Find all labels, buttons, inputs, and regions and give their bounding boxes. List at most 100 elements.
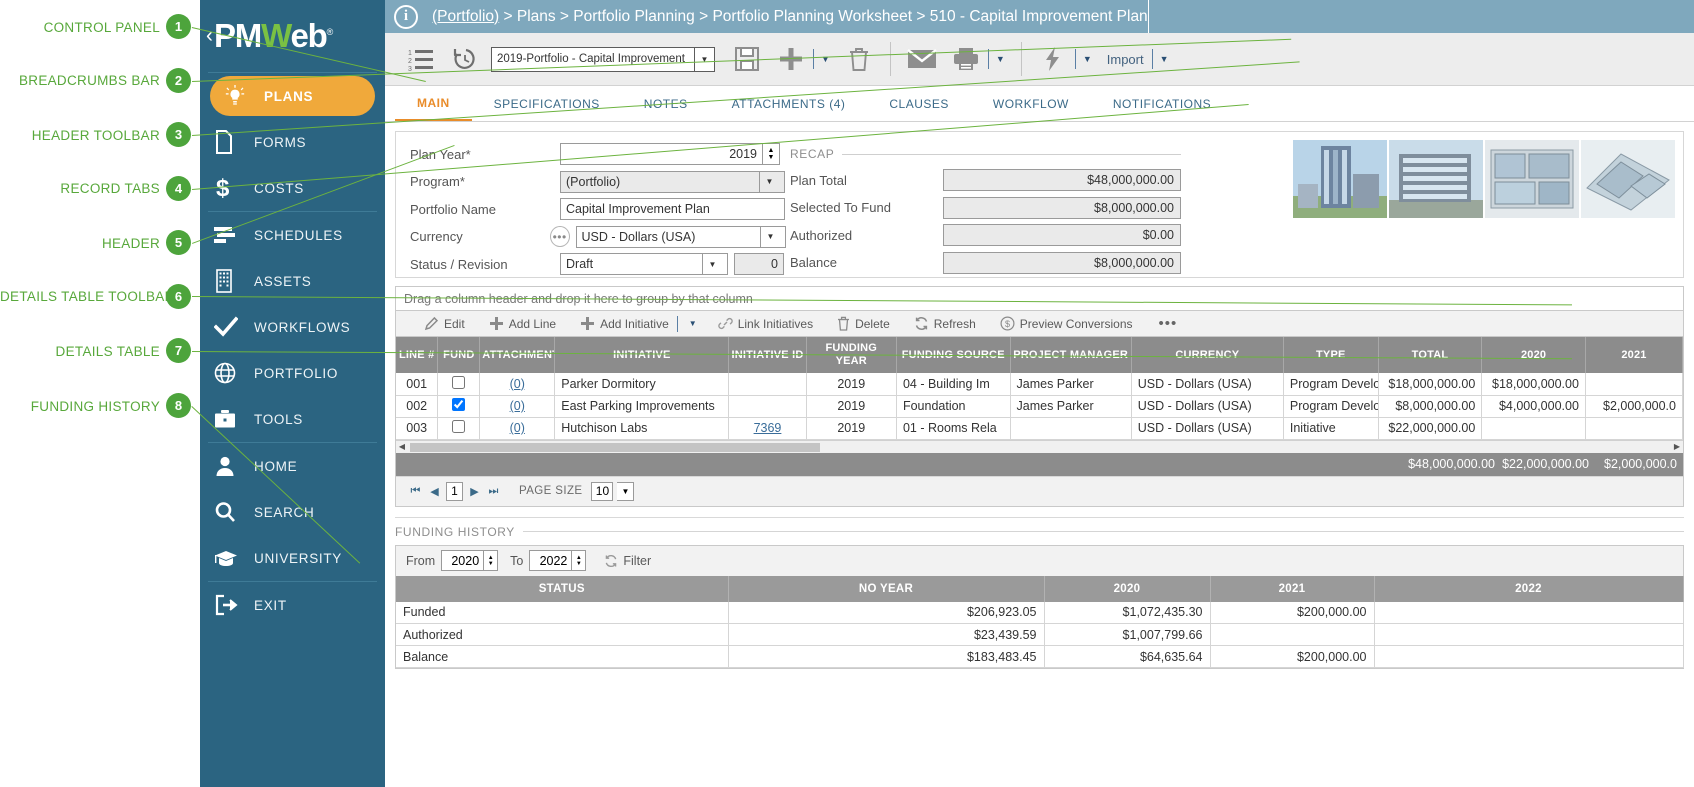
save-icon[interactable] [725, 37, 769, 81]
cell-fund[interactable] [437, 417, 481, 440]
sidebar-item-search[interactable]: SEARCH [200, 489, 385, 535]
col-funding-source[interactable]: FUNDING SOURCE [896, 337, 1011, 373]
fh-col-status[interactable]: STATUS [396, 575, 729, 602]
from-value[interactable]: 2020 [441, 550, 485, 571]
lightning-icon[interactable] [1031, 37, 1075, 81]
from-field[interactable]: 2020 ▲ ▼ [441, 550, 499, 571]
tab-specifications[interactable]: SPECIFICATIONS [472, 86, 622, 121]
sidebar-item-assets[interactable]: ASSETS [200, 258, 385, 304]
edit-button[interactable]: Edit [412, 316, 477, 331]
fh-col-2022[interactable]: 2022 [1374, 575, 1684, 602]
filter-button[interactable]: Filter [604, 554, 651, 568]
sidebar-item-university[interactable]: UNIVERSITY [200, 535, 385, 581]
to-field[interactable]: 2022 ▲ ▼ [529, 550, 587, 571]
col-2021[interactable]: 2021 [1585, 337, 1683, 373]
thumbnail-floorplan[interactable] [1485, 140, 1579, 218]
thumbnail-site[interactable] [1581, 140, 1675, 218]
delete-icon[interactable] [837, 37, 881, 81]
add-icon[interactable] [769, 37, 813, 81]
thumbnail-office[interactable] [1389, 140, 1483, 218]
sidebar-item-costs[interactable]: $ COSTS [200, 165, 385, 211]
col-funding-year[interactable]: FUNDING YEAR [806, 337, 897, 373]
fund-checkbox[interactable] [452, 420, 466, 433]
control-panel-sidebar[interactable]: ‹ PMWeb® PLANS FORMS $ COSTS SCHEDULES A… [200, 0, 385, 787]
cell-fund[interactable] [437, 395, 481, 418]
print-icon[interactable] [944, 37, 988, 81]
sidebar-item-schedules[interactable]: SCHEDULES [200, 212, 385, 258]
table-row[interactable]: 003 (0) Hutchison Labs 7369 2019 01 - Ro… [396, 417, 1683, 440]
sidebar-item-plans[interactable]: PLANS [210, 76, 375, 116]
col-fund[interactable]: FUND [437, 337, 481, 373]
attachment-link[interactable]: (0) [510, 421, 525, 435]
tab-clauses[interactable]: CLAUSES [867, 86, 971, 121]
details-table-toolbar[interactable]: Edit Add Line Add Initiative ▼ Link Init… [396, 311, 1683, 337]
table-row[interactable]: 001 (0) Parker Dormitory 2019 04 - Build… [396, 373, 1683, 396]
currency-ellipsis-button[interactable]: ••• [549, 226, 570, 248]
page-size-chevron-down-icon[interactable]: ▼ [617, 481, 635, 501]
history-icon[interactable] [443, 37, 487, 81]
info-icon[interactable]: i [394, 4, 418, 29]
currency-chevron-down-icon[interactable]: ▼ [760, 225, 780, 248]
cell-initiative-id[interactable]: 7369 [728, 417, 807, 440]
sidebar-item-workflows[interactable]: WORKFLOWS [200, 304, 385, 350]
breadcrumb-root-link[interactable]: (Portfolio) [432, 8, 499, 25]
delete-button[interactable]: Delete [825, 316, 902, 331]
page-size-value[interactable]: 10 [591, 481, 614, 501]
record-tabs[interactable]: MAIN SPECIFICATIONS NOTES ATTACHMENTS (4… [385, 86, 1694, 122]
print-dropdown-chevron-icon[interactable]: ▼ [989, 54, 1012, 64]
header-toolbar[interactable]: 123 2019-Portfolio - Capital Improvement… [385, 33, 1694, 86]
add-initiative-chevron-down-icon[interactable]: ▼ [680, 319, 706, 328]
cell-attachment[interactable]: (0) [479, 417, 556, 440]
tab-workflow[interactable]: WORKFLOW [971, 86, 1091, 121]
col-initiative-id[interactable]: INITIATIVE ID [728, 337, 807, 373]
fund-checkbox[interactable] [452, 375, 466, 389]
refresh-button[interactable]: Refresh [902, 316, 988, 331]
to-value[interactable]: 2022 [529, 550, 573, 571]
prev-page-button[interactable]: ◀ [427, 485, 442, 498]
preview-conversions-button[interactable]: $ Preview Conversions [988, 316, 1145, 331]
import-button[interactable]: Import [1099, 52, 1152, 67]
col-type[interactable]: TYPE [1283, 337, 1379, 373]
pmweb-logo[interactable]: ‹ PMWeb® [200, 0, 385, 72]
chevron-down-icon[interactable]: ▼ [694, 47, 714, 71]
cell-attachment[interactable]: (0) [479, 395, 556, 418]
link-initiatives-button[interactable]: Link Initiatives [706, 316, 825, 331]
cell-attachment[interactable]: (0) [479, 373, 556, 396]
revision-input[interactable]: 0 [734, 253, 784, 276]
scroll-right-icon[interactable]: ▶ [1671, 442, 1683, 451]
col-line[interactable]: LINE # [396, 337, 439, 373]
thumbnail-gallery[interactable] [1293, 140, 1675, 218]
col-currency[interactable]: CURRENCY [1131, 337, 1284, 373]
fh-col-no-year[interactable]: NO YEAR [728, 575, 1045, 602]
horizontal-scrollbar[interactable]: ◀ ▶ [396, 439, 1683, 453]
col-initiative[interactable]: INITIATIVE [554, 337, 730, 373]
from-stepper[interactable]: ▲ ▼ [484, 550, 499, 571]
currency-select[interactable]: USD - Dollars (USA) ▼ [575, 225, 786, 248]
table-row[interactable]: Authorized $23,439.59 $1,007,799.66 [396, 623, 1684, 646]
sidebar-item-home[interactable]: HOME [200, 443, 385, 489]
sidebar-item-exit[interactable]: EXIT [200, 582, 385, 628]
add-line-button[interactable]: Add Line [477, 316, 568, 331]
more-options-icon[interactable]: ••• [1145, 315, 1192, 332]
tab-notes[interactable]: NOTES [622, 86, 710, 121]
funding-history-filter-bar[interactable]: From 2020 ▲ ▼ To 2022 ▲ ▼ Filter [396, 545, 1683, 576]
plan-year-input[interactable]: 2019 [560, 143, 763, 166]
pagination[interactable]: ⏮ ◀ 1 ▶ ⏭ PAGE SIZE 10 ▼ [396, 475, 1683, 506]
status-select[interactable]: Draft ▼ [560, 253, 728, 276]
col-attachment[interactable]: ATTACHMENT [479, 337, 556, 373]
plan-year-stepper[interactable]: ▲ ▼ [763, 143, 780, 166]
tab-attachments[interactable]: ATTACHMENTS (4) [710, 86, 868, 121]
last-page-button[interactable]: ⏭ [486, 485, 501, 498]
col-total[interactable]: TOTAL [1378, 337, 1483, 373]
table-row[interactable]: Funded $206,923.05 $1,072,435.30 $200,00… [396, 601, 1684, 624]
scrollbar-thumb[interactable] [410, 442, 820, 452]
group-by-dropzone[interactable]: Drag a column header and drop it here to… [396, 287, 1683, 311]
initiative-id-link[interactable]: 7369 [754, 421, 782, 435]
col-2020[interactable]: 2020 [1481, 337, 1586, 373]
thumbnail-tower[interactable] [1293, 140, 1387, 218]
program-select[interactable]: (Portfolio) ▼ [560, 170, 785, 193]
fh-col-2021[interactable]: 2021 [1210, 575, 1375, 602]
col-project-manager[interactable]: PROJECT MANAGER [1010, 337, 1132, 373]
scroll-left-icon[interactable]: ◀ [396, 442, 408, 451]
attachment-link[interactable]: (0) [510, 399, 525, 413]
